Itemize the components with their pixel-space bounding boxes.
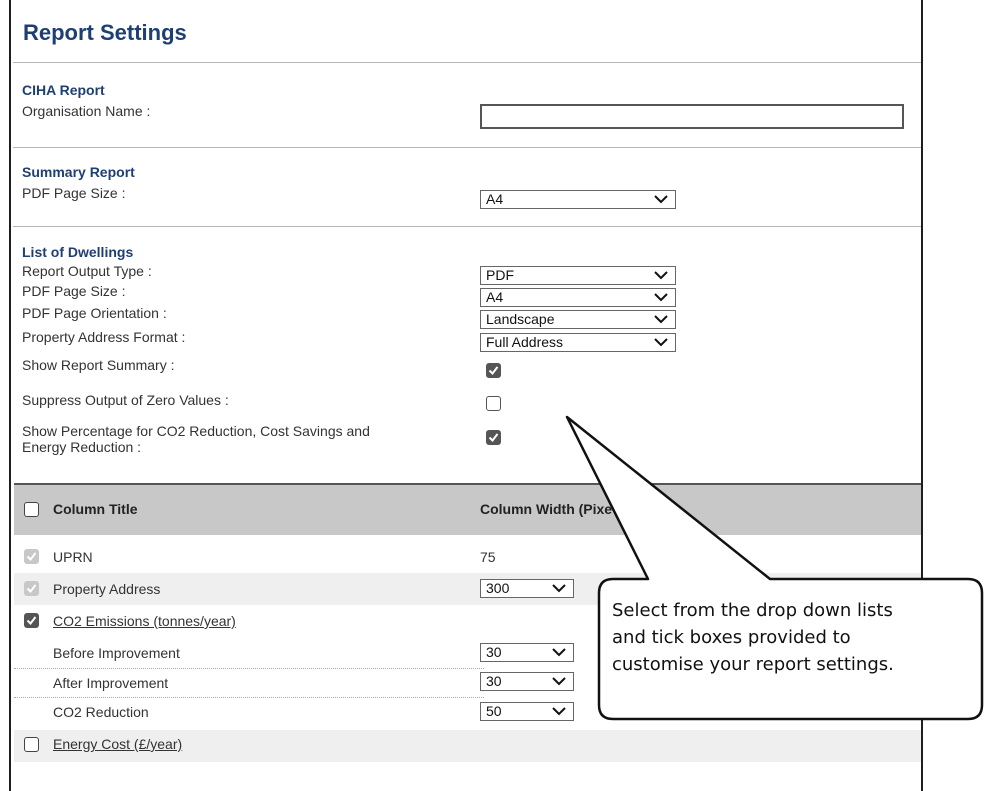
chevron-down-icon xyxy=(654,315,668,324)
checkmark-icon xyxy=(26,616,37,626)
select-value: 300 xyxy=(486,580,510,596)
row-checkbox[interactable] xyxy=(24,737,39,752)
orientation-select[interactable]: Landscape xyxy=(480,310,676,329)
select-value: 30 xyxy=(486,673,502,689)
row-title-link[interactable]: CO2 Emissions (tonnes/year) xyxy=(53,613,236,629)
show-percentage-checkbox[interactable] xyxy=(486,430,501,445)
organisation-name-label: Organisation Name : xyxy=(22,103,151,119)
orientation-label: PDF Page Orientation : xyxy=(22,305,167,321)
divider xyxy=(13,62,921,63)
select-value: Full Address xyxy=(486,334,564,350)
table-row: CO2 Reduction 50 xyxy=(14,698,921,730)
callout-line: customise your report settings. xyxy=(612,654,894,675)
row-title: CO2 Reduction xyxy=(53,704,149,720)
row-title: Before Improvement xyxy=(53,645,180,661)
row-title: UPRN xyxy=(53,549,93,565)
callout-text: Select from the drop down lists and tick… xyxy=(612,597,982,678)
chevron-down-icon xyxy=(654,293,668,302)
row-title: Property Address xyxy=(53,581,161,597)
select-value: Landscape xyxy=(486,311,555,327)
chevron-down-icon xyxy=(552,648,566,657)
page-title: Report Settings xyxy=(23,20,187,45)
row-checkbox[interactable] xyxy=(24,581,39,596)
divider xyxy=(13,226,921,227)
divider xyxy=(13,147,921,148)
show-percentage-label-line1: Show Percentage for CO2 Reduction, Cost … xyxy=(22,423,370,439)
summary-page-size-select[interactable]: A4 xyxy=(480,190,676,209)
column-title-header: Column Title xyxy=(53,501,138,517)
columns-table-header: Column Title Column Width (Pixe xyxy=(14,483,921,535)
callout-line: and tick boxes provided to xyxy=(612,627,851,648)
column-width-header: Column Width (Pixe xyxy=(480,501,613,517)
chevron-down-icon xyxy=(654,338,668,347)
suppress-zero-checkbox[interactable] xyxy=(486,396,501,411)
chevron-down-icon xyxy=(552,584,566,593)
checkmark-icon xyxy=(488,366,499,376)
checkmark-icon xyxy=(26,552,37,562)
select-value: PDF xyxy=(486,267,514,283)
row-checkbox[interactable] xyxy=(24,549,39,564)
show-summary-checkbox[interactable] xyxy=(486,363,501,378)
organisation-name-input[interactable] xyxy=(480,104,904,129)
select-value: A4 xyxy=(486,191,504,207)
show-summary-label: Show Report Summary : xyxy=(22,357,175,373)
select-value: A4 xyxy=(486,289,504,305)
show-percentage-label: Show Percentage for CO2 Reduction, Cost … xyxy=(22,423,370,455)
section-heading-summary: Summary Report xyxy=(22,164,135,180)
table-row: Energy Cost (£/year) xyxy=(14,730,921,762)
suppress-zero-label: Suppress Output of Zero Values : xyxy=(22,392,229,408)
section-heading-ciha: CIHA Report xyxy=(22,82,105,98)
row-checkbox[interactable] xyxy=(24,613,39,628)
show-percentage-label-line2: Energy Reduction : xyxy=(22,439,142,455)
dwellings-page-size-select[interactable]: A4 xyxy=(480,288,676,307)
output-type-select[interactable]: PDF xyxy=(480,266,676,285)
output-type-label: Report Output Type : xyxy=(22,263,152,279)
checkmark-icon xyxy=(488,433,499,443)
summary-page-size-label: PDF Page Size : xyxy=(22,185,126,201)
row-width-select[interactable]: 30 xyxy=(480,643,574,662)
row-width-select[interactable]: 50 xyxy=(480,702,574,721)
select-all-checkbox[interactable] xyxy=(24,502,39,517)
dwellings-page-size-label: PDF Page Size : xyxy=(22,283,126,299)
chevron-down-icon xyxy=(552,707,566,716)
select-value: 50 xyxy=(486,703,502,719)
chevron-down-icon xyxy=(552,677,566,686)
table-row: UPRN 75 xyxy=(14,541,921,573)
address-format-label: Property Address Format : xyxy=(22,329,186,345)
row-width-select[interactable]: 300 xyxy=(480,579,574,598)
section-heading-dwellings: List of Dwellings xyxy=(22,244,134,260)
chevron-down-icon xyxy=(654,271,668,280)
select-value: 30 xyxy=(486,644,502,660)
row-width: 75 xyxy=(480,549,496,565)
row-title: After Improvement xyxy=(53,675,169,691)
callout-line: Select from the drop down lists xyxy=(612,600,893,621)
address-format-select[interactable]: Full Address xyxy=(480,333,676,352)
chevron-down-icon xyxy=(654,195,668,204)
row-title-link[interactable]: Energy Cost (£/year) xyxy=(53,736,182,752)
row-width-select[interactable]: 30 xyxy=(480,672,574,691)
checkmark-icon xyxy=(26,584,37,594)
